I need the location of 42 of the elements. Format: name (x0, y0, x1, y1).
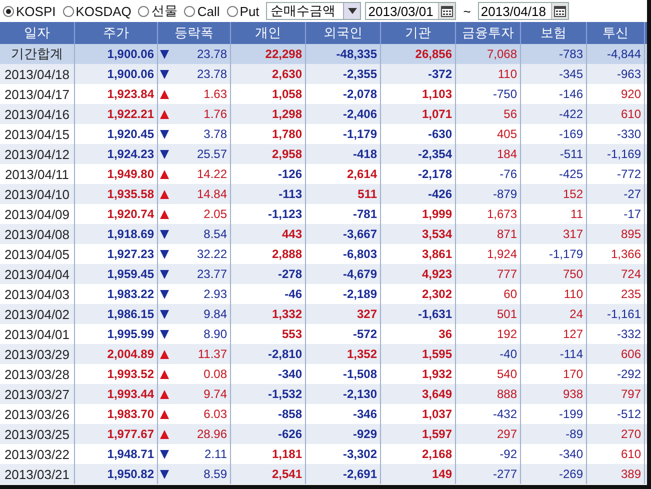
change-cell: 28.96 (196, 427, 227, 441)
change-cell: 6.03 (204, 407, 227, 421)
change-cell: 14.22 (196, 167, 227, 181)
net-buy-cell: 389 (587, 464, 645, 484)
change-cell: 23.77 (196, 267, 227, 281)
net-buy-cell: 149 (381, 464, 456, 484)
change-cell: 3.78 (204, 127, 227, 141)
change-cell: 1.63 (204, 87, 227, 101)
change-cell: 2.93 (204, 287, 227, 301)
market-radio[interactable]: 선물 (138, 2, 178, 20)
end-date-field[interactable]: 2013/04/18 (478, 2, 569, 20)
change-cell: 2.11 (204, 447, 227, 461)
market-radio[interactable]: Call (184, 4, 220, 18)
net-buy-cell: -2,691 (306, 464, 381, 484)
start-date-field[interactable]: 2013/03/01 (365, 2, 456, 20)
price-cell: 1,950.82 (75, 464, 158, 484)
caret-down-icon (348, 8, 357, 14)
change-cell: 11.37 (198, 347, 227, 361)
change-cell: 2.05 (204, 207, 227, 221)
measure-dropdown[interactable]: 순매수금액 (266, 2, 362, 20)
change-cell: 9.84 (204, 307, 227, 321)
date-cell: 2013/03/21 (0, 464, 75, 484)
range-separator: ~ (463, 4, 471, 18)
change-cell: 14.84 (196, 187, 227, 201)
calendar-icon[interactable] (550, 3, 568, 19)
change-cell: 1.76 (204, 107, 227, 121)
change-cell: 8.54 (204, 227, 227, 241)
change-cell: 23.78 (196, 47, 227, 61)
change-cell: 8.90 (204, 327, 227, 341)
change-cell: 23.78 (196, 67, 227, 81)
market-radio[interactable]: KOSDAQ (62, 4, 132, 18)
market-radio[interactable]: Put (226, 4, 260, 18)
market-radio[interactable]: KOSPI (3, 4, 56, 18)
change-cell: 32.22 (196, 247, 227, 261)
change-cell: 0.08 (204, 367, 227, 381)
net-buy-cell: 2,541 (231, 464, 306, 484)
change-cell: 8.59 (204, 467, 227, 481)
net-buy-cell: -269 (521, 464, 587, 484)
change-cell: 9.74 (204, 387, 227, 401)
net-buy-cell: -277 (456, 464, 521, 484)
change-cell: 25.57 (196, 147, 227, 161)
calendar-icon[interactable] (438, 3, 456, 19)
